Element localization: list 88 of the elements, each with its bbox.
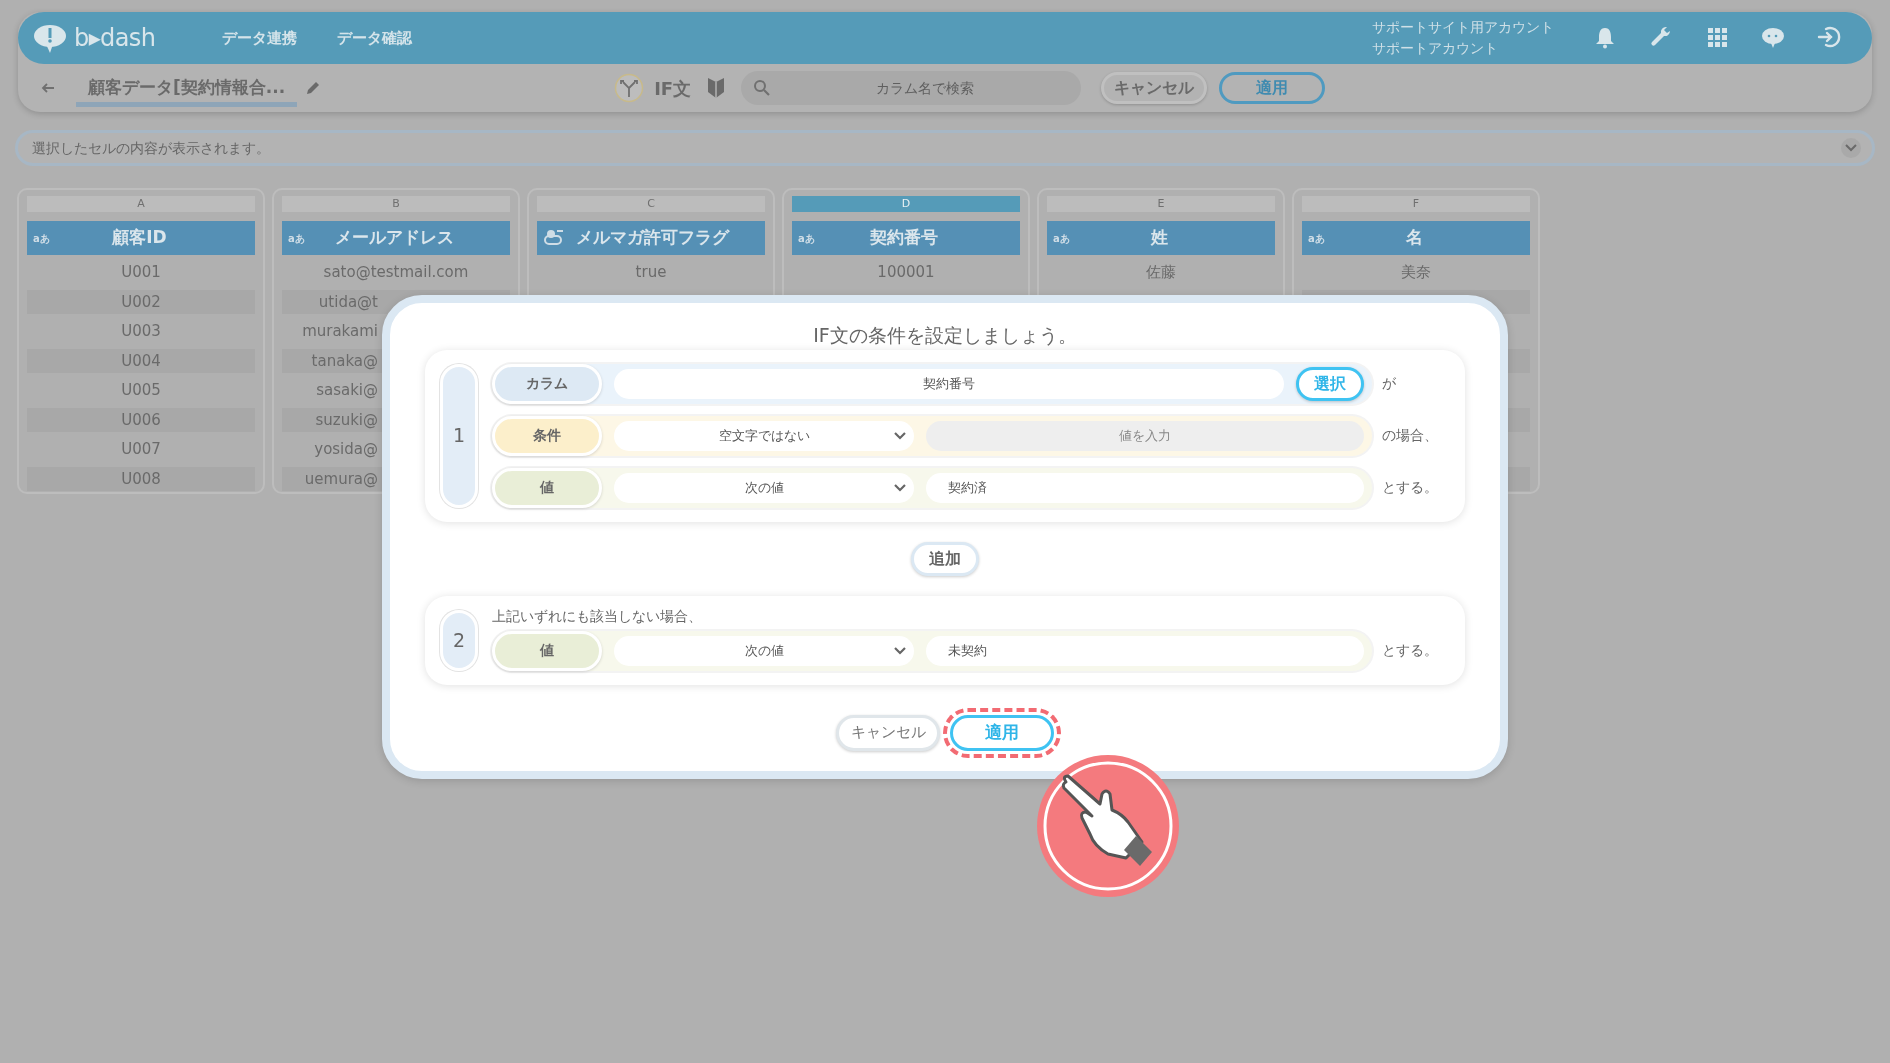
select-button[interactable]: 選択	[1296, 366, 1364, 401]
nav-link[interactable]: データ連携	[222, 26, 297, 50]
table-cell-text: suzuki@	[315, 409, 378, 431]
column-name: メールアドレス	[333, 226, 455, 250]
table-cell-text: sato@testmail.com	[323, 262, 469, 284]
dropdown-value: 次の値	[743, 478, 785, 497]
rule-note: 上記いずれにも該当しない場合、	[492, 606, 703, 626]
type-label: aあ	[1308, 231, 1325, 246]
apply-button[interactable]: 適用	[1219, 72, 1326, 104]
field-label: 条件	[492, 415, 602, 456]
table-cell-text: 佐藤	[1146, 262, 1176, 284]
dialog-title: IF文の条件を設定しましょう。	[813, 323, 1077, 348]
search-field[interactable]: カラム名で検索	[741, 71, 1082, 105]
table-cell-text: U003	[121, 321, 161, 343]
table-cell-text: U008	[121, 468, 161, 490]
branch-icon[interactable]	[614, 73, 645, 103]
table-cell-text: U005	[121, 380, 161, 402]
toggle-flag-icon	[543, 229, 565, 247]
value-input[interactable]: 未契約	[926, 635, 1364, 666]
table-cell-text: 100001	[877, 262, 935, 284]
field-label: 値	[492, 630, 602, 671]
sheet-title: 顧客データ[契約情報合...	[76, 75, 298, 107]
table-cell-text: sasaki@	[316, 380, 378, 402]
account-name: サポートアカウント	[1372, 39, 1499, 58]
column-letter[interactable]: E	[1047, 196, 1275, 212]
column-letter[interactable]: D	[792, 196, 1020, 212]
table-cell-text: yosida@	[314, 439, 378, 461]
table-cell-text: murakami	[302, 321, 378, 343]
rule-number: 2	[440, 609, 478, 671]
cancel-button[interactable]: キャンセル	[836, 714, 940, 751]
dropdown[interactable]: 次の値	[614, 635, 914, 666]
chevron-down-icon	[894, 431, 906, 440]
chevron-down-icon[interactable]	[1845, 144, 1857, 152]
table-cell-text: utida@t	[318, 291, 378, 313]
type-label: aあ	[798, 231, 815, 246]
table-cell-text: U001	[121, 262, 161, 284]
cancel-button[interactable]: キャンセル	[1101, 72, 1208, 104]
logo-text: b▸dash	[74, 23, 156, 54]
column-field[interactable]: 契約番号	[614, 368, 1284, 399]
table-cell-text: U004	[121, 350, 161, 372]
column-header[interactable]: aあ 名	[1302, 221, 1530, 255]
column-name: 契約番号	[869, 226, 940, 250]
table-cell-text: U006	[121, 409, 161, 431]
mode-label: IF文	[654, 76, 692, 101]
dropdown[interactable]: 空文字ではない	[614, 420, 914, 451]
column-name: 名	[1404, 226, 1424, 250]
table-cell-text: tanaka@	[311, 350, 378, 372]
type-label: aあ	[1053, 231, 1070, 246]
column-header[interactable]: aあ 顧客ID	[27, 221, 255, 255]
nav-link[interactable]: データ確認	[337, 26, 412, 50]
table-cell-text: 美奈	[1401, 262, 1431, 284]
table-cell-text: true	[635, 262, 667, 284]
table-cell-text: uemura@	[304, 468, 378, 490]
cell-content-field[interactable]: 選択したセルの内容が表示されます。	[15, 130, 1875, 166]
value-input[interactable]: 値を入力	[926, 420, 1364, 451]
dropdown-value: 次の値	[743, 641, 785, 660]
dropdown-value: 空文字ではない	[717, 426, 811, 445]
chevron-down-icon	[894, 646, 906, 655]
row-suffix: の場合、	[1382, 426, 1438, 445]
row-suffix: が	[1382, 374, 1396, 393]
dropdown[interactable]: 次の値	[614, 472, 914, 503]
column-name: メルマガ許可フラグ	[574, 226, 731, 250]
row-suffix: とする。	[1382, 478, 1438, 497]
column-name: 姓	[1149, 226, 1169, 250]
column-letter[interactable]: C	[537, 196, 765, 212]
account-name: サポートサイト用アカウント	[1372, 18, 1554, 37]
pencil-icon[interactable]	[305, 80, 322, 96]
column-letter[interactable]: F	[1302, 196, 1530, 212]
column-name: 顧客ID	[111, 226, 168, 250]
rule-number: 1	[440, 363, 478, 508]
field-label: カラム	[492, 363, 602, 404]
value-input[interactable]: 契約済	[926, 472, 1364, 503]
column-header[interactable]: aあ メールアドレス	[282, 221, 510, 255]
column-header[interactable]: メルマガ許可フラグ	[537, 221, 765, 255]
type-label: aあ	[288, 231, 305, 246]
column-letter[interactable]: B	[282, 196, 510, 212]
table-cell-text: U002	[121, 291, 161, 313]
speech-bubble-icon	[32, 22, 68, 54]
column-header[interactable]: aあ 契約番号	[792, 221, 1020, 255]
column-letter[interactable]: A	[27, 196, 255, 212]
chevron-down-icon	[894, 483, 906, 492]
row-suffix: とする。	[1382, 641, 1438, 660]
column-header[interactable]: aあ 姓	[1047, 221, 1275, 255]
table-cell-text: U007	[121, 439, 161, 461]
field-label: 値	[492, 467, 602, 508]
add-button[interactable]: 追加	[911, 541, 979, 576]
search-icon	[753, 79, 772, 97]
type-label: aあ	[33, 231, 50, 246]
